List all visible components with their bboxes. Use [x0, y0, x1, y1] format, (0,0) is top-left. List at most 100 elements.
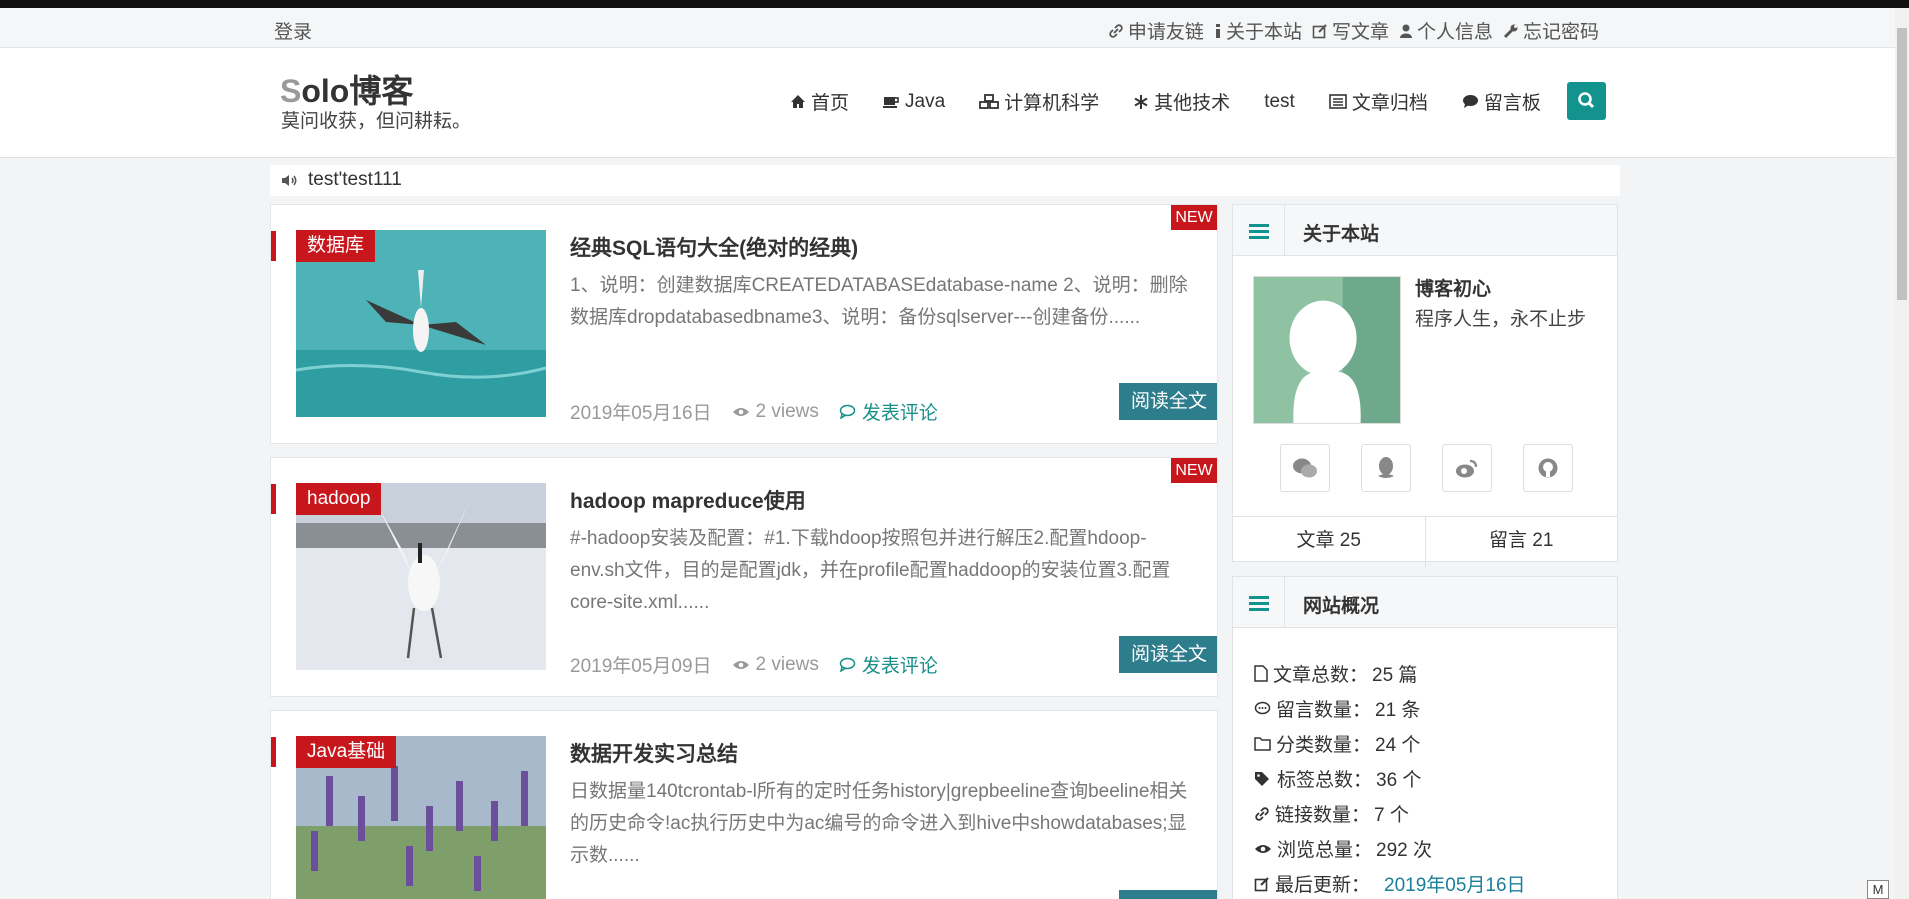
nav-item-archive[interactable]: 文章归档	[1329, 88, 1428, 115]
nav-item-home[interactable]: 首页	[790, 88, 849, 115]
nav-item-guestbook[interactable]: 留言板	[1462, 88, 1541, 115]
eye-icon	[1255, 844, 1271, 853]
home-icon	[791, 95, 805, 108]
post-date: 2019年05月09日	[570, 656, 712, 677]
edit-icon	[1254, 876, 1269, 891]
read-more-button[interactable]: 阅读全文	[1119, 383, 1217, 420]
comment-icon	[839, 657, 856, 672]
nav-item-test[interactable]: test	[1264, 88, 1295, 115]
nav-item-cs[interactable]: 计算机科学	[979, 88, 1099, 115]
social-links	[1280, 444, 1573, 492]
top-link-label: 关于本站	[1225, 22, 1302, 43]
main-nav: 首页 Java 计算机科学 其他技术 test 文章归档 留言板	[790, 88, 1541, 115]
comment-icon	[839, 404, 856, 419]
post-meta: 2019年05月09日 2 views 发表评论	[570, 651, 938, 678]
top-link-friend[interactable]: 申请友链	[1108, 17, 1204, 44]
snowflake-icon	[1134, 94, 1148, 109]
window-top-strip	[0, 0, 1909, 8]
nav-item-other[interactable]: 其他技术	[1133, 88, 1230, 115]
volume-icon	[282, 175, 297, 186]
top-bar: 登录 申请友链 关于本站 写文章 个人信息 忘记密码	[0, 8, 1895, 48]
folder-icon	[1254, 737, 1271, 751]
github-icon	[1538, 458, 1558, 478]
qq-button[interactable]	[1361, 444, 1411, 492]
tags-icon	[1255, 772, 1269, 786]
post-views: 2 views	[732, 398, 819, 425]
post-title[interactable]: 数据开发实习总结	[570, 738, 738, 768]
new-badge: NEW	[1171, 458, 1217, 483]
search-button[interactable]	[1567, 82, 1606, 120]
widget-title: 网站概况	[1303, 596, 1380, 617]
overview-row: 标签总数： 36 个	[1254, 761, 1526, 796]
user-icon	[1399, 24, 1412, 38]
overview-row: 浏览总量： 292 次	[1254, 831, 1526, 866]
github-button[interactable]	[1523, 444, 1573, 492]
eye-icon	[732, 407, 749, 416]
post-title[interactable]: hadoop mapreduce使用	[570, 485, 806, 515]
post-card: hadoop NEW hadoop mapreduce使用 #-hadoop安装…	[270, 457, 1218, 697]
author-name: 博客初心	[1415, 279, 1492, 300]
post-title[interactable]: 经典SQL语句大全(绝对的经典)	[570, 232, 858, 262]
about-widget: 关于本站 博客初心 程序人生，永不止步 文章 25 留言 21	[1232, 204, 1618, 567]
eye-icon	[732, 660, 749, 669]
post-card: Java基础 数据开发实习总结 日数据量140tcrontab-l所有的定时任务…	[270, 710, 1218, 899]
comment-dots-icon	[1254, 701, 1271, 715]
top-links: 申请友链 关于本站 写文章 个人信息 忘记密码	[1108, 17, 1599, 44]
overview-row: 文章总数： 25 篇	[1254, 656, 1526, 691]
overview-row: 留言数量： 21 条	[1254, 691, 1526, 726]
top-link-write[interactable]: 写文章	[1312, 17, 1389, 44]
post-excerpt: 1、说明：创建数据库CREATEDATABASEdatabase-name 2、…	[570, 275, 1188, 328]
menu-icon[interactable]	[1233, 205, 1285, 256]
post-marker	[271, 231, 276, 261]
nav-item-java[interactable]: Java	[883, 88, 945, 115]
overview-row: 链接数量： 7 个	[1254, 796, 1526, 831]
weibo-button[interactable]	[1442, 444, 1492, 492]
message-count[interactable]: 留言 21	[1424, 517, 1618, 567]
category-tag[interactable]: Java基础	[296, 736, 397, 768]
post-meta: 2019年05月16日 2 views 发表评论	[570, 398, 938, 425]
comment-icon	[1462, 95, 1478, 108]
post-excerpt: 日数据量140tcrontab-l所有的定时任务history|grepbeel…	[570, 781, 1188, 866]
qq-icon	[1378, 457, 1394, 478]
site-tagline: 莫问收获，但问耕耘。	[281, 111, 472, 132]
read-more-button[interactable]	[1119, 890, 1217, 899]
overview-widget: 网站概况 文章总数： 25 篇 留言数量： 21 条 分类数量： 24 个 标签总数：…	[1232, 576, 1618, 899]
top-link-label: 写文章	[1331, 22, 1389, 43]
widget-header: 关于本站	[1233, 205, 1617, 256]
category-tag[interactable]: hadoop	[296, 483, 382, 515]
widget-header: 网站概况	[1233, 577, 1617, 628]
site-header: Solo博客 莫问收获，但问耕耘。 首页 Java 计算机科学 其他技术 tes…	[0, 48, 1895, 158]
top-link-label: 申请友链	[1127, 22, 1204, 43]
page-scrollbar[interactable]	[1895, 8, 1909, 899]
link-icon	[1255, 806, 1269, 821]
top-link-forgot[interactable]: 忘记密码	[1503, 17, 1599, 44]
article-count[interactable]: 文章 25	[1233, 517, 1425, 567]
read-more-button[interactable]: 阅读全文	[1119, 636, 1217, 673]
post-marker	[271, 484, 276, 514]
wrench-icon	[1503, 24, 1518, 38]
overview-row: 最后更新： 2019年05月16日	[1254, 866, 1526, 899]
overview-list: 文章总数： 25 篇 留言数量： 21 条 分类数量： 24 个 标签总数： 36 个 …	[1254, 656, 1526, 899]
top-link-profile[interactable]: 个人信息	[1399, 17, 1493, 44]
post-comment-link[interactable]: 发表评论	[839, 398, 938, 425]
wechat-icon	[1293, 458, 1317, 478]
list-alt-icon	[1329, 94, 1347, 109]
post-views: 2 views	[732, 651, 819, 678]
last-update-date: 2019年05月16日	[1384, 875, 1526, 896]
post-marker	[271, 737, 276, 767]
scrollbar-thumb[interactable]	[1897, 28, 1907, 300]
menu-icon[interactable]	[1233, 577, 1285, 628]
top-link-about[interactable]: 关于本站	[1214, 17, 1302, 44]
wechat-button[interactable]	[1280, 444, 1330, 492]
post-card: 数据库 NEW 经典SQL语句大全(绝对的经典) 1、说明：创建数据库CREAT…	[270, 204, 1218, 444]
corner-badge: M	[1867, 880, 1889, 899]
post-comment-link[interactable]: 发表评论	[839, 651, 938, 678]
login-link[interactable]: 登录	[274, 17, 312, 44]
weibo-icon	[1456, 459, 1478, 478]
file-icon	[1254, 665, 1268, 682]
about-stats: 文章 25 留言 21	[1233, 516, 1617, 567]
notice-bar: test'test111	[270, 165, 1620, 196]
category-tag[interactable]: 数据库	[296, 230, 376, 262]
avatar	[1253, 276, 1401, 424]
widget-title: 关于本站	[1303, 224, 1380, 245]
